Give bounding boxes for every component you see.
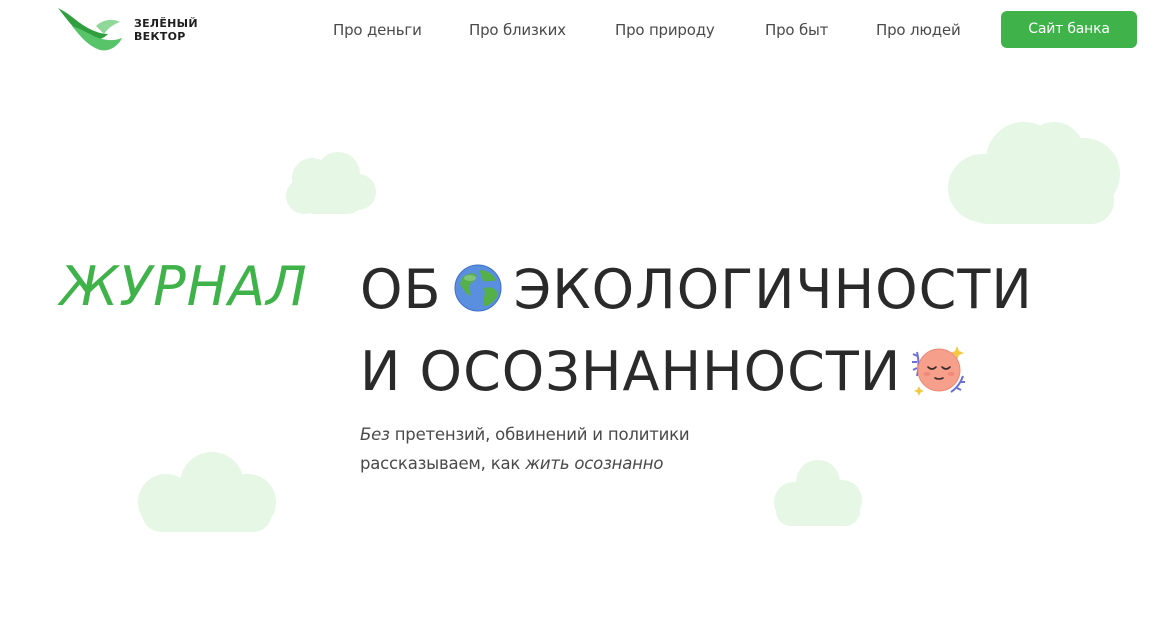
nav-link-nature[interactable]: Про природу xyxy=(615,19,715,41)
globe-icon xyxy=(454,264,502,312)
calm-face-icon xyxy=(912,346,966,397)
brand-name: ЗЕЛЁНЫЙ ВЕКТОР xyxy=(134,17,198,43)
cloud-icon xyxy=(948,122,1120,224)
bird-logo-icon xyxy=(58,8,122,51)
brand-name-line2: ВЕКТОР xyxy=(134,30,186,43)
hero-subtitle-line1: Без претензий, обвинений и политики xyxy=(360,420,690,449)
hero-title-word-mindful: И ОСОЗНАННОСТИ xyxy=(360,340,902,404)
cloud-icon xyxy=(138,452,276,532)
hero-subtitle-em2: жить осознанно xyxy=(525,454,664,473)
hero-subtitle: Без претензий, обвинений и политики расс… xyxy=(360,420,690,478)
cloud-icon xyxy=(286,152,376,214)
hero-subtitle-rest1: претензий, обвинений и политики xyxy=(389,425,690,444)
hero-title-word-ob: ОБ xyxy=(360,258,442,322)
nav-link-people[interactable]: Про людей xyxy=(876,19,961,41)
nav-link-family[interactable]: Про близких xyxy=(469,19,566,41)
brand-name-line1: ЗЕЛЁНЫЙ xyxy=(134,17,198,30)
cloud-icon xyxy=(774,460,862,526)
hero-subtitle-line2: рассказываем, как жить осознанно xyxy=(360,449,689,478)
hero-subtitle-start2: рассказываем, как xyxy=(360,454,526,473)
hero-title-line2: И ОСОЗНАННОСТИ xyxy=(360,339,967,402)
nav-link-money[interactable]: Про деньги xyxy=(333,19,422,41)
bank-site-button[interactable]: Сайт банка xyxy=(1001,11,1137,48)
brand-logo[interactable]: ЗЕЛЁНЫЙ ВЕКТОР xyxy=(56,4,206,52)
hero-title-word-eco: ЭКОЛОГИЧНОСТИ xyxy=(513,258,1033,322)
nav-link-life[interactable]: Про быт xyxy=(765,19,828,41)
hero-title-line1: ОБ ЭКОЛОГИЧНОСТИ xyxy=(360,257,1033,320)
site-header: ЗЕЛЁНЫЙ ВЕКТОР Про деньги Про близких Пр… xyxy=(0,0,1176,60)
hero-subtitle-em1: Без xyxy=(360,425,390,444)
hero-title-accent: ЖУРНАЛ xyxy=(60,255,308,318)
